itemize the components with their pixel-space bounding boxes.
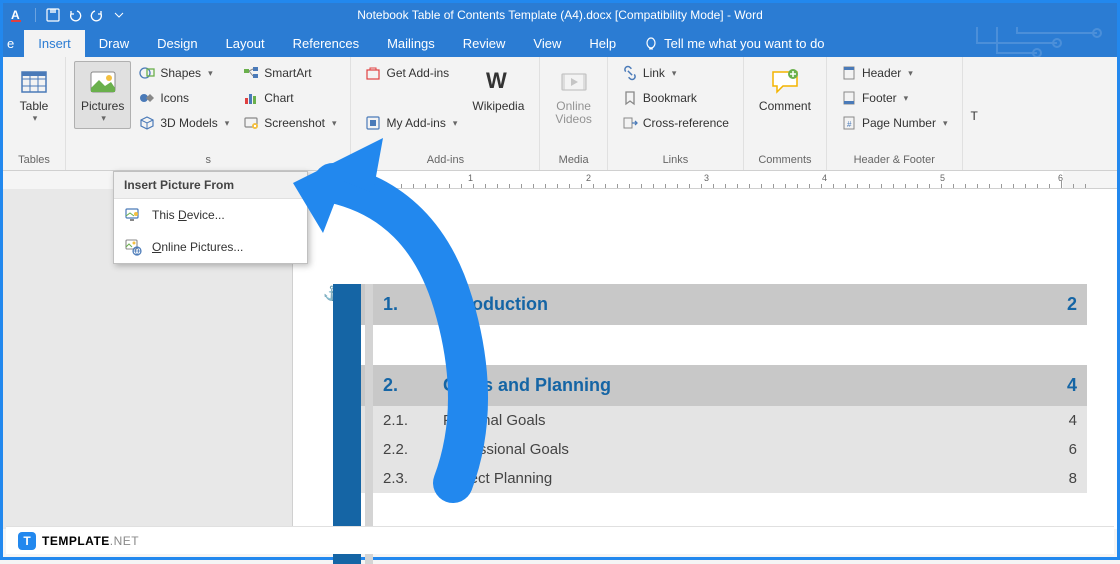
pictures-button[interactable]: Pictures ▾ xyxy=(74,61,131,129)
save-icon[interactable] xyxy=(44,6,62,24)
dropdown-title: Insert Picture From xyxy=(114,172,307,199)
online-pictures-item[interactable]: Online Pictures... xyxy=(114,231,307,263)
tab-design[interactable]: Design xyxy=(143,30,211,57)
brand-name: TEMPLATE.NET xyxy=(42,534,139,548)
comment-icon xyxy=(769,66,801,98)
footer-button[interactable]: Footer▾ xyxy=(835,86,954,110)
toc-entry-introduction[interactable]: 1.Introduction2 xyxy=(333,284,1087,325)
tab-insert[interactable]: Insert xyxy=(24,30,85,57)
group-label-tables: Tables xyxy=(11,152,57,170)
video-icon xyxy=(558,66,590,98)
wikipedia-icon: W xyxy=(482,66,514,98)
indent-marker-icon[interactable] xyxy=(347,173,361,187)
qa-more-icon[interactable] xyxy=(110,6,128,24)
ribbon: Table ▾ Tables Pictures ▾ Shapes▾ Icons xyxy=(3,57,1117,171)
group-comments: Comment Comments xyxy=(744,57,827,170)
chart-button[interactable]: Chart xyxy=(237,86,342,110)
footer-icon xyxy=(841,90,857,106)
tab-view[interactable]: View xyxy=(519,30,575,57)
group-label-media: Media xyxy=(548,152,598,170)
toc-entry-goals[interactable]: 2.Goals and Planning4 xyxy=(333,365,1087,406)
group-label-headerfooter: Header & Footer xyxy=(835,152,954,170)
horizontal-ruler[interactable]: 123456 xyxy=(293,171,1117,189)
toc-accent-bar-light xyxy=(365,284,373,564)
font-color-icon[interactable]: A xyxy=(9,6,27,24)
chevron-down-icon: ▾ xyxy=(101,113,106,124)
page-number-button[interactable]: # Page Number▾ xyxy=(835,111,954,135)
chevron-down-icon: ▾ xyxy=(33,113,38,124)
tab-mailings[interactable]: Mailings xyxy=(373,30,449,57)
group-label-illustrations: s xyxy=(74,152,342,170)
group-header-footer: Header▾ Footer▾ # Page Number▾ Header & … xyxy=(827,57,963,170)
group-addins: Get Add-ins My Add-ins▾ W Wikipedia Add-… xyxy=(351,57,540,170)
crossref-icon xyxy=(622,115,638,131)
tab-home-partial[interactable]: e xyxy=(3,30,24,57)
group-media: Online Videos Media xyxy=(540,57,607,170)
screenshot-icon xyxy=(243,115,259,131)
toc-entry-project-planning[interactable]: 2.3.Project Planning8 xyxy=(333,464,1087,493)
group-illustrations: Pictures ▾ Shapes▾ Icons 3D Models▾ xyxy=(66,57,351,170)
window-title: Notebook Table of Contents Template (A4)… xyxy=(357,8,763,22)
group-label-links: Links xyxy=(616,152,735,170)
tab-help[interactable]: Help xyxy=(575,30,630,57)
svg-text:W: W xyxy=(486,68,507,93)
icons-button[interactable]: Icons xyxy=(133,86,235,110)
tell-me-search[interactable]: Tell me what you want to do xyxy=(630,30,838,57)
pictures-dropdown: Insert Picture From This Device... Onlin… xyxy=(113,171,308,264)
smartart-icon xyxy=(243,65,259,81)
tab-references[interactable]: References xyxy=(279,30,373,57)
ribbon-tabs: e Insert Draw Design Layout References M… xyxy=(3,27,1117,57)
group-links: Link▾ Bookmark Cross-reference Links xyxy=(608,57,744,170)
tab-layout[interactable]: Layout xyxy=(212,30,279,57)
screenshot-button[interactable]: Screenshot▾ xyxy=(237,111,342,135)
my-addins-button[interactable]: My Add-ins▾ xyxy=(359,111,463,135)
icons-icon xyxy=(139,90,155,106)
cross-reference-button[interactable]: Cross-reference xyxy=(616,111,735,135)
header-icon xyxy=(841,65,857,81)
3d-models-button[interactable]: 3D Models▾ xyxy=(133,111,235,135)
bookmark-button[interactable]: Bookmark xyxy=(616,86,735,110)
table-button[interactable]: Table ▾ xyxy=(11,61,57,129)
svg-text:#: # xyxy=(847,120,852,129)
online-videos-button: Online Videos xyxy=(548,61,598,131)
device-icon xyxy=(124,206,142,224)
quick-access-toolbar: A Notebook Table of Contents Template (A… xyxy=(3,3,1117,27)
comment-button[interactable]: Comment xyxy=(752,61,818,118)
toc-entry-professional-goals[interactable]: 2.2.Professional Goals6 xyxy=(333,435,1087,464)
group-label-comments: Comments xyxy=(752,152,818,170)
smartart-button[interactable]: SmartArt xyxy=(237,61,342,85)
toc-entry-personal-goals[interactable]: 2.1.Personal Goals4 xyxy=(333,406,1087,435)
header-button[interactable]: Header▾ xyxy=(835,61,954,85)
pagenumber-icon: # xyxy=(841,115,857,131)
store-icon xyxy=(365,65,381,81)
chart-icon xyxy=(243,90,259,106)
group-text-partial: T xyxy=(963,57,980,170)
tab-review[interactable]: Review xyxy=(449,30,520,57)
group-label-addins: Add-ins xyxy=(359,152,531,170)
link-button[interactable]: Link▾ xyxy=(616,61,735,85)
pictures-icon xyxy=(87,66,119,98)
wikipedia-button[interactable]: W Wikipedia xyxy=(465,61,531,118)
addins-icon xyxy=(365,115,381,131)
link-icon xyxy=(622,65,638,81)
table-icon xyxy=(18,66,50,98)
tab-draw[interactable]: Draw xyxy=(85,30,143,57)
cube-icon xyxy=(139,115,155,131)
online-pictures-icon xyxy=(124,238,142,256)
watermark-footer: T TEMPLATE.NET xyxy=(6,526,1114,554)
toc-accent-bar xyxy=(333,284,361,564)
this-device-item[interactable]: This Device... xyxy=(114,199,307,231)
template-logo-icon: T xyxy=(18,532,36,550)
undo-icon[interactable] xyxy=(66,6,84,24)
redo-icon[interactable] xyxy=(88,6,106,24)
get-addins-button[interactable]: Get Add-ins xyxy=(359,61,463,85)
svg-text:A: A xyxy=(11,8,20,22)
group-tables: Table ▾ Tables xyxy=(3,57,66,170)
shapes-button[interactable]: Shapes▾ xyxy=(133,61,235,85)
shapes-icon xyxy=(139,65,155,81)
lightbulb-icon xyxy=(644,37,658,51)
table-of-contents: 1.Introduction2 2.Goals and Planning4 2.… xyxy=(333,199,1087,493)
bookmark-icon xyxy=(622,90,638,106)
document-page[interactable]: ⚓ 1.Introduction2 2.Goals and Planning4 … xyxy=(293,189,1117,529)
